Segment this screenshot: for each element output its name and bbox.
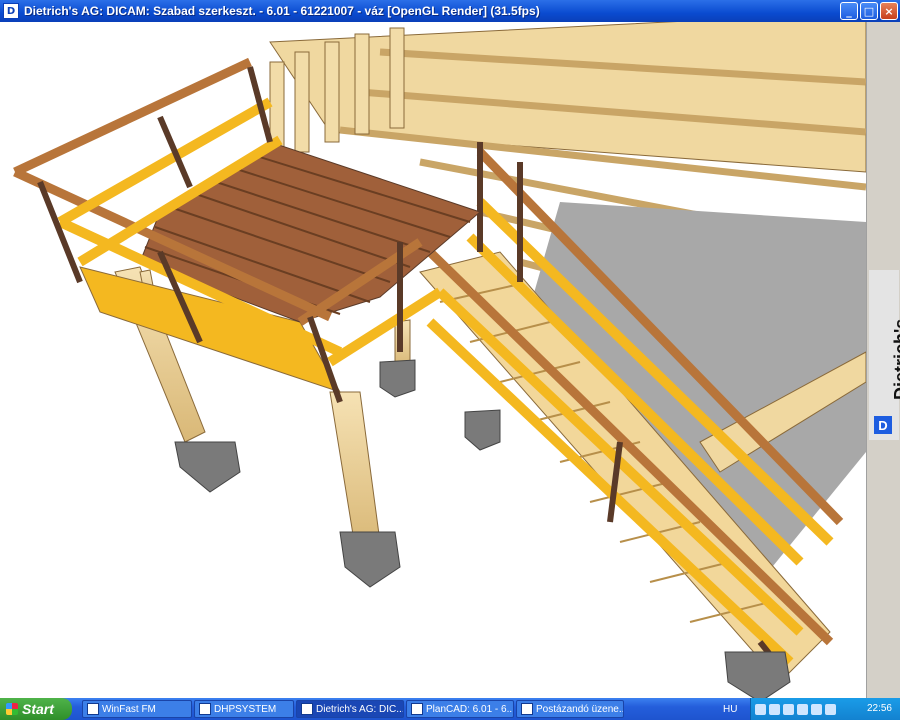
app-icon bbox=[301, 703, 313, 715]
tray-icon[interactable] bbox=[797, 703, 808, 715]
minimize-button[interactable]: _ bbox=[840, 2, 858, 20]
app-icon bbox=[411, 703, 423, 715]
app-icon bbox=[199, 703, 211, 715]
taskbar: Start WinFast FM DHPSYSTEM Dietrich's AG… bbox=[0, 698, 900, 720]
tray-icon[interactable] bbox=[783, 703, 794, 715]
taskbar-item-dhpsystem[interactable]: DHPSYSTEM bbox=[194, 700, 294, 718]
window-titlebar[interactable]: D Dietrich's AG: DICAM: Szabad szerkeszt… bbox=[0, 0, 900, 22]
clock[interactable]: 22:56 bbox=[867, 703, 892, 714]
side-panel: Dietrich's D bbox=[866, 22, 900, 698]
start-button[interactable]: Start bbox=[0, 698, 72, 720]
app-icon bbox=[87, 703, 99, 715]
app-icon[interactable]: D bbox=[3, 3, 19, 19]
brand-logo-icon: D bbox=[874, 416, 892, 434]
windows-flag-icon bbox=[6, 703, 18, 715]
taskbar-item-dicam[interactable]: Dietrich's AG: DIC... bbox=[296, 700, 404, 718]
taskbar-item-winfast[interactable]: WinFast FM bbox=[82, 700, 192, 718]
tray-icon[interactable] bbox=[825, 703, 836, 715]
start-label: Start bbox=[22, 701, 54, 717]
envelope-icon bbox=[521, 703, 533, 715]
tray-icon[interactable] bbox=[769, 703, 780, 715]
taskbar-item-plancad[interactable]: PlanCAD: 6.01 - 6... bbox=[406, 700, 514, 718]
tray-icon[interactable] bbox=[811, 703, 822, 715]
taskbar-item-postazando[interactable]: Postázandó üzene... bbox=[516, 700, 624, 718]
brand-name: Dietrich's bbox=[891, 318, 900, 400]
deck-3d-render bbox=[13, 22, 866, 698]
language-indicator[interactable]: HU bbox=[723, 704, 737, 715]
close-button[interactable]: × bbox=[880, 2, 898, 20]
system-tray: HU 22:56 bbox=[723, 698, 900, 720]
maximize-button[interactable]: □ bbox=[860, 2, 878, 20]
render-viewport[interactable] bbox=[0, 22, 866, 698]
tray-icon[interactable] bbox=[755, 703, 766, 715]
window-title: Dietrich's AG: DICAM: Szabad szerkeszt. … bbox=[24, 4, 540, 18]
